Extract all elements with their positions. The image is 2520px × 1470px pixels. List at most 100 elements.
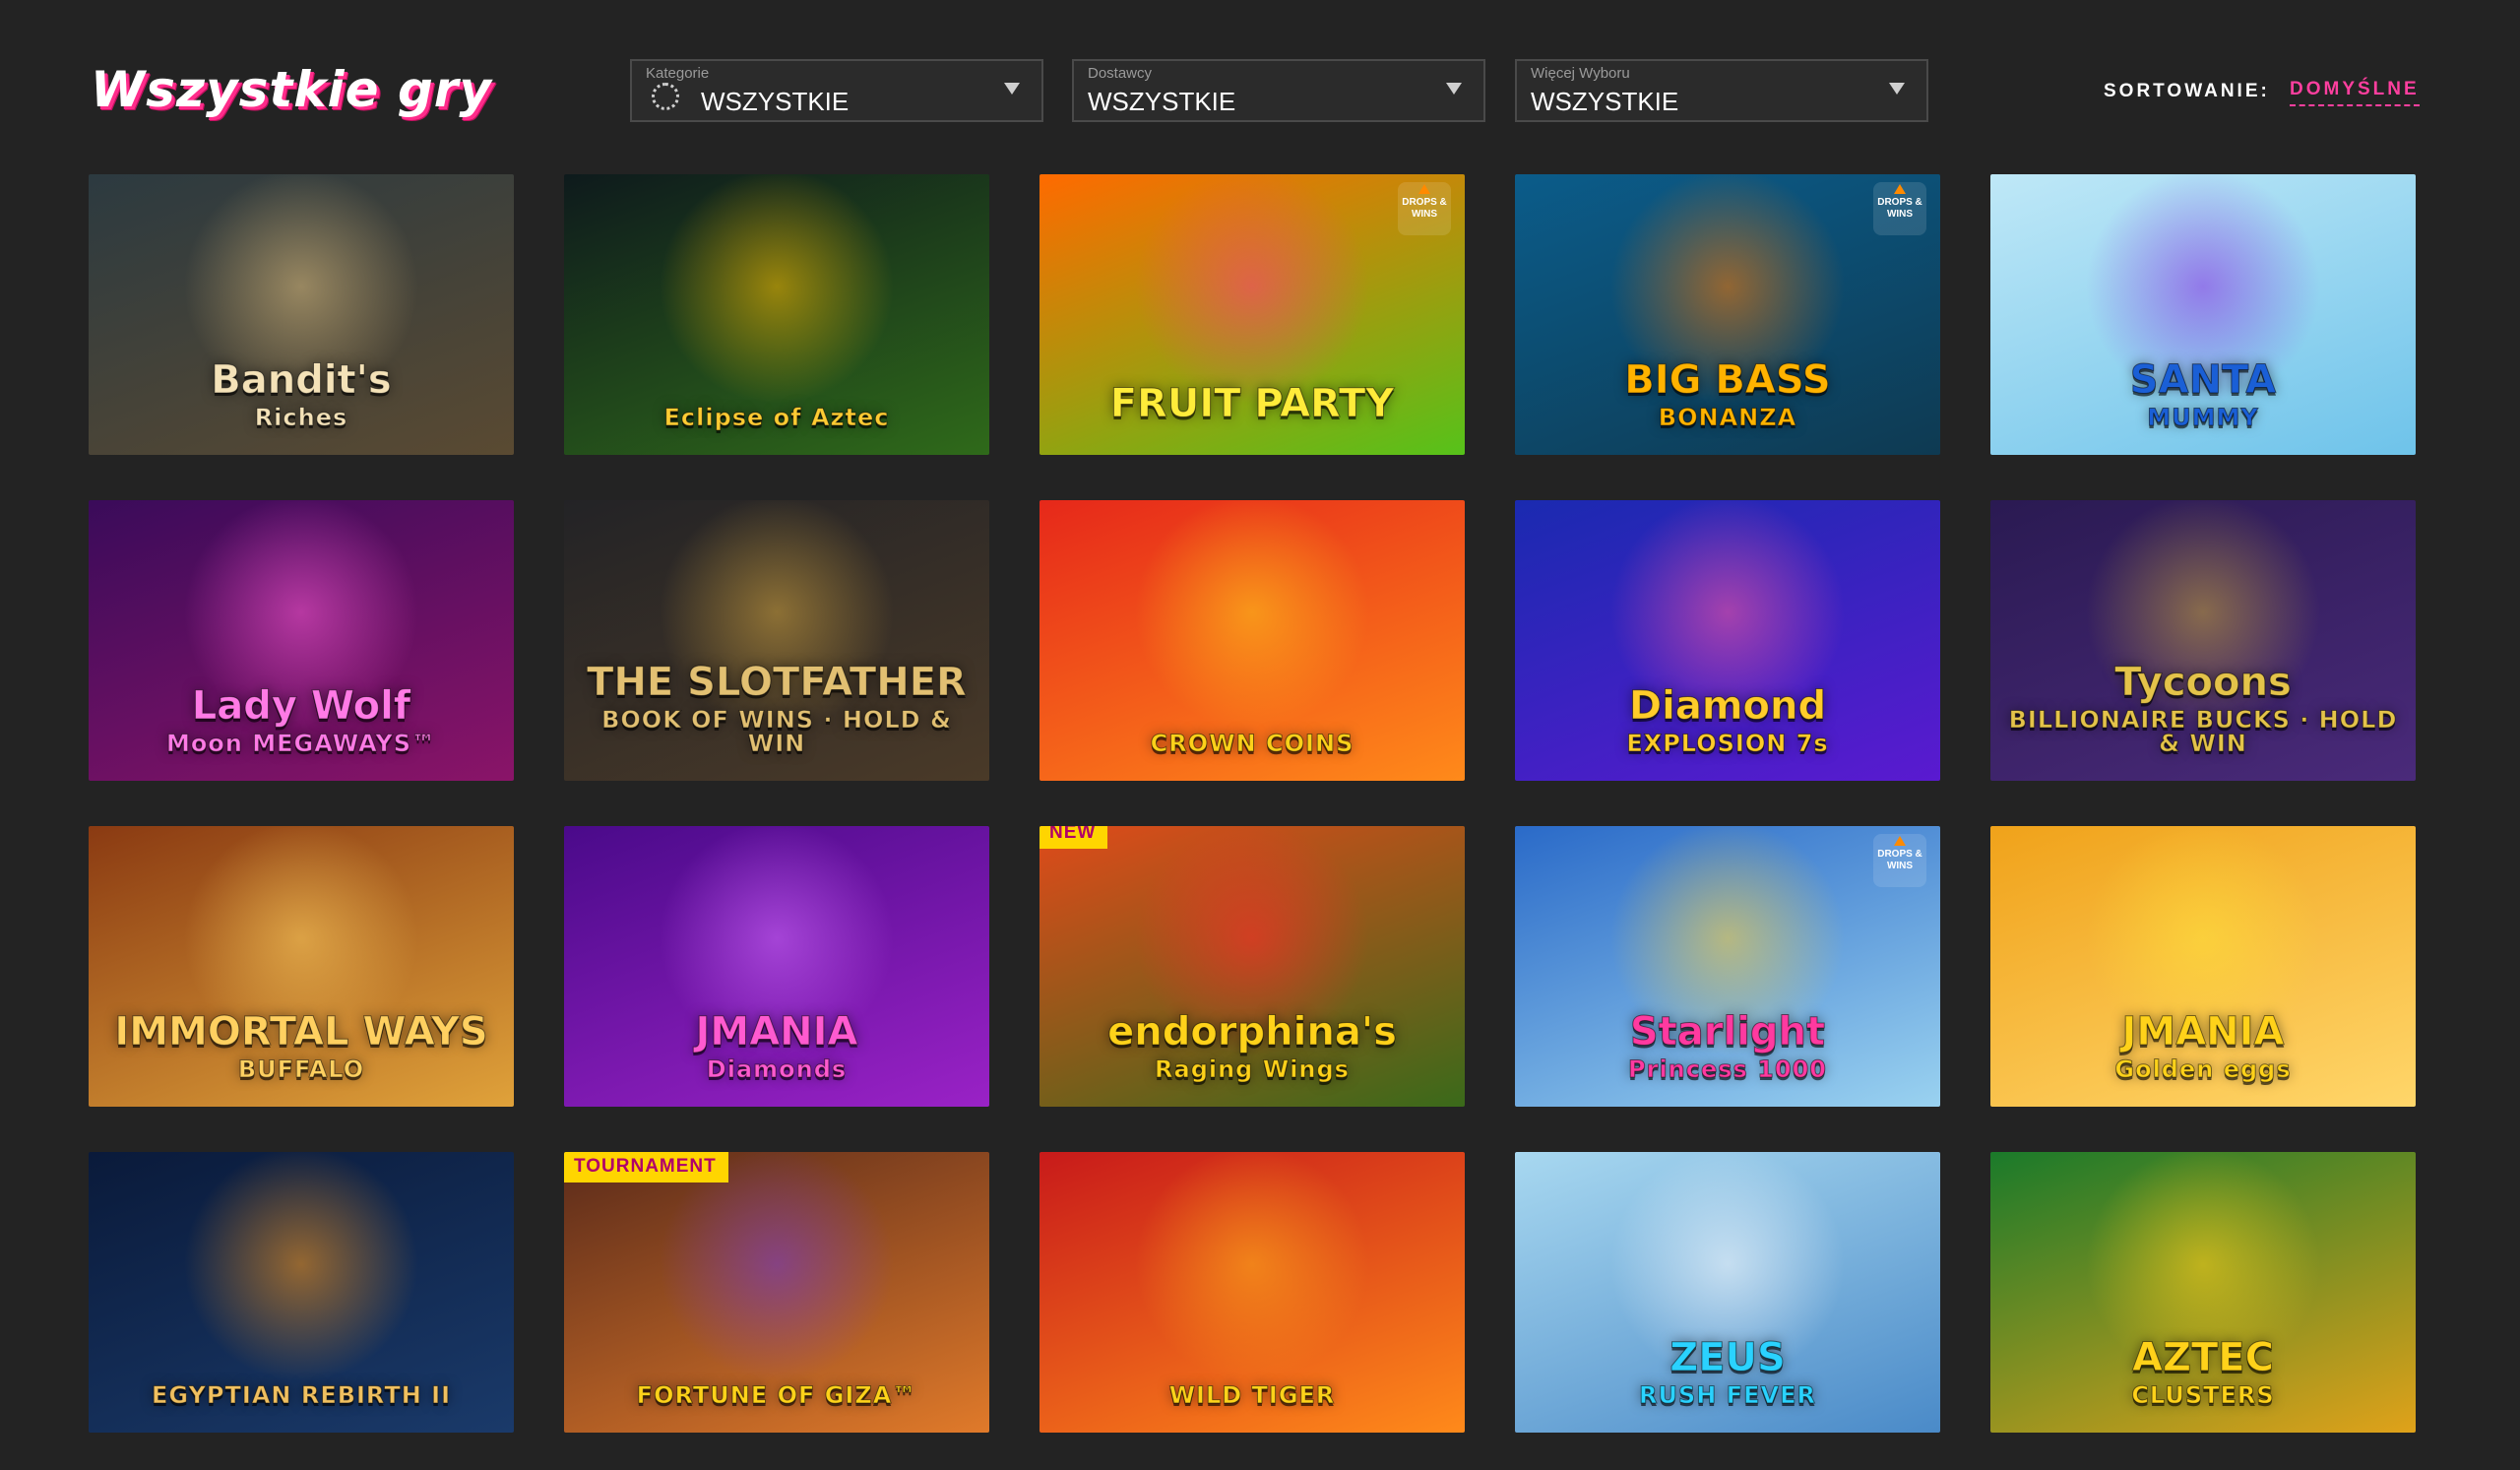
game-title: Diamond EXPLOSION 7s <box>1525 683 1930 756</box>
provider-filter-label: Dostawcy <box>1088 65 1153 82</box>
game-title: WILD TIGER <box>1049 1377 1455 1409</box>
game-title-main: Tycoons <box>2114 660 2293 705</box>
game-title-main: THE SLOTFATHER <box>587 660 968 705</box>
header: Wszystkie gry Kategorie WSZYSTKIE Dostaw… <box>0 0 2520 148</box>
game-tile[interactable]: EGYPTIAN REBIRTH II <box>89 1152 514 1433</box>
game-art-emblem <box>1134 500 1370 731</box>
game-title: Lady Wolf Moon MEGAWAYS™ <box>98 683 504 757</box>
dropdown-arrow-icon <box>1004 83 1020 95</box>
game-title: BIG BASS BONANZA <box>1525 357 1930 431</box>
game-title: ZEUS RUSH FEVER <box>1525 1335 1930 1409</box>
game-title-sub: CROWN COINS <box>1150 730 1354 757</box>
game-title-sub: BILLIONAIRE BUCKS · HOLD & WIN <box>2008 706 2398 757</box>
game-tile[interactable]: ZEUS RUSH FEVER <box>1515 1152 1940 1433</box>
game-title-main: JMANIA <box>695 1009 858 1055</box>
game-title: Tycoons BILLIONAIRE BUCKS · HOLD & WIN <box>2000 660 2406 757</box>
page-title: Wszystkie gry <box>91 61 493 118</box>
game-title-sub: Raging Wings <box>1155 1055 1350 1083</box>
tournament-badge: TOURNAMENT <box>564 1152 728 1182</box>
game-title-main: Diamond <box>1628 683 1827 729</box>
game-title-main: JMANIA <box>2121 1009 2285 1055</box>
game-title-sub: MUMMY <box>2147 404 2259 431</box>
game-title-sub: Moon MEGAWAYS™ <box>165 730 437 757</box>
category-filter-label: Kategorie <box>646 65 710 82</box>
game-title: SANTA MUMMY <box>2000 357 2406 431</box>
game-art-emblem <box>659 1152 895 1382</box>
game-tile[interactable]: CROWN COINS <box>1040 500 1465 781</box>
game-tile[interactable]: THE SLOTFATHER BOOK OF WINS · HOLD & WIN <box>564 500 989 781</box>
category-icon <box>652 83 679 110</box>
game-title: endorphina's Raging Wings <box>1049 1009 1455 1083</box>
provider-filter-dropdown[interactable]: Dostawcy WSZYSTKIE <box>1072 59 1485 122</box>
game-title-sub: Eclipse of Aztec <box>663 404 890 431</box>
game-title: EGYPTIAN REBIRTH II <box>98 1377 504 1409</box>
game-art-emblem <box>1134 174 1370 405</box>
game-tile[interactable]: FORTUNE OF GIZA™ TOURNAMENT <box>564 1152 989 1433</box>
dropdown-arrow-icon <box>1446 83 1462 95</box>
game-title-sub: Riches <box>254 404 348 431</box>
category-filter-value: WSZYSTKIE <box>701 87 850 116</box>
drops-and-wins-icon: DROPS & WINS <box>1873 182 1926 235</box>
game-title: FORTUNE OF GIZA™ <box>574 1377 979 1409</box>
game-tile[interactable]: SANTA MUMMY <box>1990 174 2416 455</box>
game-title-main: BIG BASS <box>1624 357 1831 403</box>
game-title-main: FRUIT PARTY <box>1109 381 1395 426</box>
game-tile[interactable]: Starlight Princess 1000 DROPS & WINS <box>1515 826 1940 1107</box>
game-title-sub: Princess 1000 <box>1628 1055 1827 1083</box>
game-grid: Bandit's Riches Eclipse of Aztec FRUIT PART… <box>89 174 2418 1433</box>
game-title-main: Starlight <box>1629 1009 1826 1055</box>
game-tile[interactable]: AZTEC CLUSTERS <box>1990 1152 2416 1433</box>
game-title: CROWN COINS <box>1049 726 1455 757</box>
game-title-sub: Golden eggs <box>2114 1055 2292 1083</box>
game-tile[interactable]: Lady Wolf Moon MEGAWAYS™ <box>89 500 514 781</box>
more-options-filter-dropdown[interactable]: Więcej Wyboru WSZYSTKIE <box>1515 59 1928 122</box>
game-title: JMANIA Diamonds <box>574 1009 979 1083</box>
game-title-sub: RUSH FEVER <box>1639 1381 1816 1409</box>
game-tile[interactable]: Tycoons BILLIONAIRE BUCKS · HOLD & WIN <box>1990 500 2416 781</box>
game-title: IMMORTAL WAYS BUFFALO <box>98 1009 504 1083</box>
drops-and-wins-icon: DROPS & WINS <box>1873 834 1926 887</box>
dropdown-arrow-icon <box>1889 83 1905 95</box>
game-title-sub: EGYPTIAN REBIRTH II <box>151 1381 452 1409</box>
game-title: AZTEC CLUSTERS <box>2000 1335 2406 1409</box>
game-title-main: Bandit's <box>211 357 392 403</box>
game-tile[interactable]: Eclipse of Aztec <box>564 174 989 455</box>
game-title-sub: Diamonds <box>706 1055 848 1083</box>
game-title-main: endorphina's <box>1107 1009 1398 1055</box>
new-badge: NEW <box>1040 826 1108 849</box>
game-tile[interactable]: Diamond EXPLOSION 7s <box>1515 500 1940 781</box>
game-art-emblem <box>183 1152 419 1382</box>
more-options-filter-label: Więcej Wyboru <box>1531 65 1630 82</box>
game-art-emblem <box>659 174 895 405</box>
game-title-main: SANTA <box>2129 357 2277 403</box>
provider-filter-value: WSZYSTKIE <box>1088 87 1236 116</box>
game-tile[interactable]: FRUIT PARTY DROPS & WINS <box>1040 174 1465 455</box>
game-title-main: ZEUS <box>1670 1335 1787 1380</box>
game-tile[interactable]: endorphina's Raging Wings NEW <box>1040 826 1465 1107</box>
game-title: Bandit's Riches <box>98 357 504 431</box>
sort-option-link[interactable]: DOMYŚLNE <box>2290 79 2420 106</box>
game-title: Eclipse of Aztec <box>574 400 979 431</box>
game-title: JMANIA Golden eggs <box>2000 1009 2406 1083</box>
game-title: THE SLOTFATHER BOOK OF WINS · HOLD & WIN <box>574 660 979 756</box>
game-title-main: AZTEC <box>2132 1335 2275 1380</box>
drops-and-wins-icon: DROPS & WINS <box>1398 182 1451 235</box>
game-art-emblem <box>1134 1152 1370 1382</box>
game-tile[interactable]: JMANIA Golden eggs <box>1990 826 2416 1107</box>
game-title-sub: WILD TIGER <box>1168 1381 1336 1409</box>
game-tile[interactable]: BIG BASS BONANZA DROPS & WINS <box>1515 174 1940 455</box>
sort-label: SORTOWANIE: <box>2104 81 2270 101</box>
game-tile[interactable]: IMMORTAL WAYS BUFFALO <box>89 826 514 1107</box>
game-title-sub: BUFFALO <box>237 1055 365 1083</box>
category-filter-dropdown[interactable]: Kategorie WSZYSTKIE <box>630 59 1043 122</box>
game-title-sub: CLUSTERS <box>2131 1381 2275 1409</box>
game-tile[interactable]: JMANIA Diamonds <box>564 826 989 1107</box>
game-title-main: Lady Wolf <box>191 683 411 729</box>
game-tile[interactable]: WILD TIGER <box>1040 1152 1465 1433</box>
more-options-filter-value: WSZYSTKIE <box>1531 87 1679 116</box>
game-title: Starlight Princess 1000 <box>1525 1009 1930 1083</box>
game-tile[interactable]: Bandit's Riches <box>89 174 514 455</box>
game-title-sub: BONANZA <box>1658 404 1797 431</box>
game-title-main: IMMORTAL WAYS <box>114 1009 488 1055</box>
game-title-sub: FORTUNE OF GIZA™ <box>636 1381 917 1409</box>
